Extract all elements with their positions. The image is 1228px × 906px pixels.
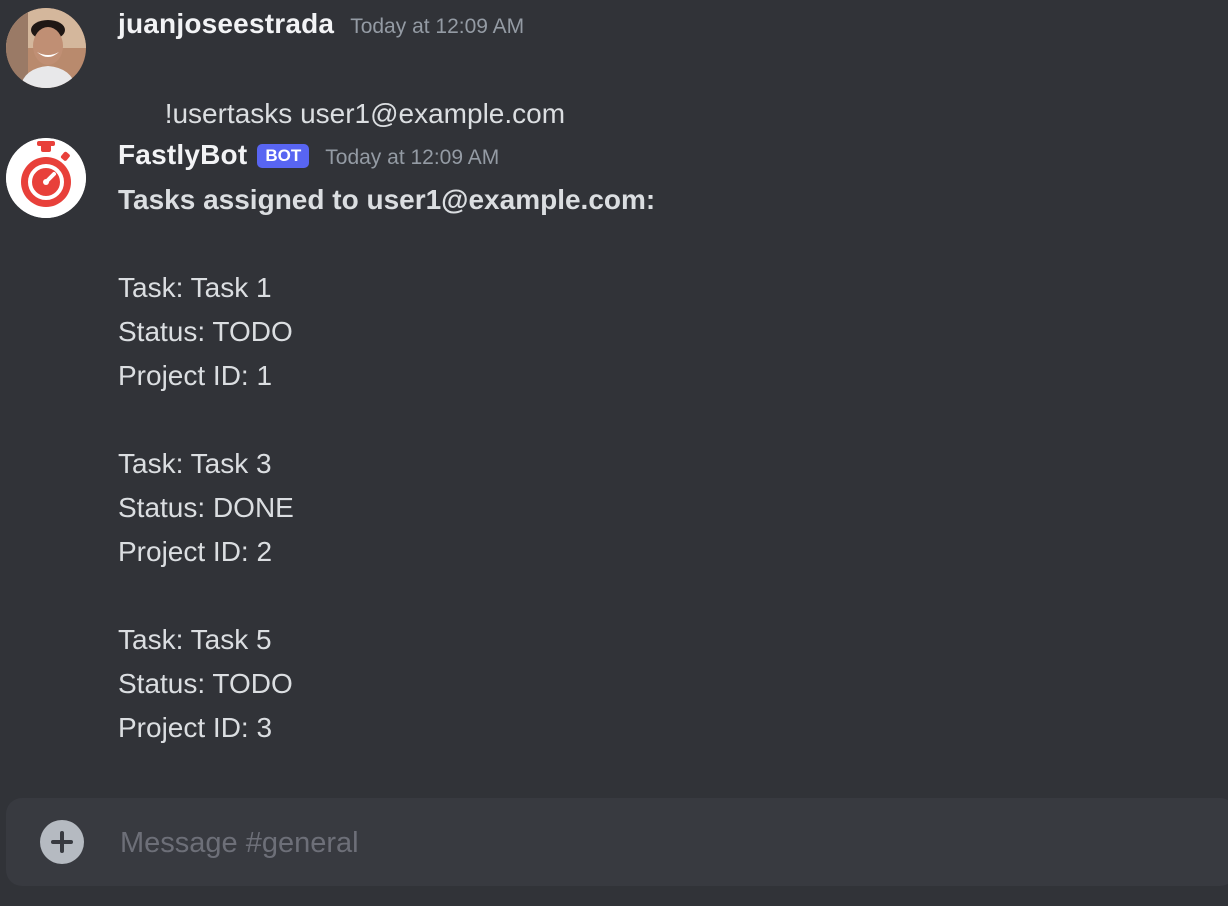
bot-message-body: Tasks assigned to user1@example.com: Tas… <box>118 178 655 750</box>
message-username[interactable]: juanjoseestrada <box>118 8 334 40</box>
bot-badge: BOT <box>257 144 310 168</box>
message-timestamp: Today at 12:09 AM <box>350 15 525 38</box>
message-input[interactable] <box>118 818 1202 868</box>
bot-avatar[interactable] <box>6 138 86 218</box>
task-status: Status: DONE <box>118 492 294 523</box>
task-name: Task: Task 1 <box>118 272 272 303</box>
user-photo-avatar-icon <box>6 8 86 88</box>
user-avatar[interactable] <box>6 8 86 88</box>
plus-circle-icon[interactable] <box>40 820 84 864</box>
tasks-heading: Tasks assigned to user1@example.com: <box>118 184 656 215</box>
chat-view: juanjoseestrada Today at 12:09 AM !usert… <box>0 0 1228 906</box>
stopwatch-icon <box>6 138 86 218</box>
task-project-id: Project ID: 3 <box>118 712 273 743</box>
task-status: Status: TODO <box>118 316 293 347</box>
message-timestamp: Today at 12:09 AM <box>325 146 500 169</box>
task-name: Task: Task 5 <box>118 624 272 655</box>
task-status: Status: TODO <box>118 668 293 699</box>
task-name: Task: Task 3 <box>118 448 272 479</box>
task-project-id: Project ID: 1 <box>118 360 273 391</box>
message-username[interactable]: FastlyBot <box>118 139 247 171</box>
message-text: !usertasks user1@example.com <box>164 98 566 129</box>
message-composer <box>6 798 1228 886</box>
task-project-id: Project ID: 2 <box>118 536 273 567</box>
